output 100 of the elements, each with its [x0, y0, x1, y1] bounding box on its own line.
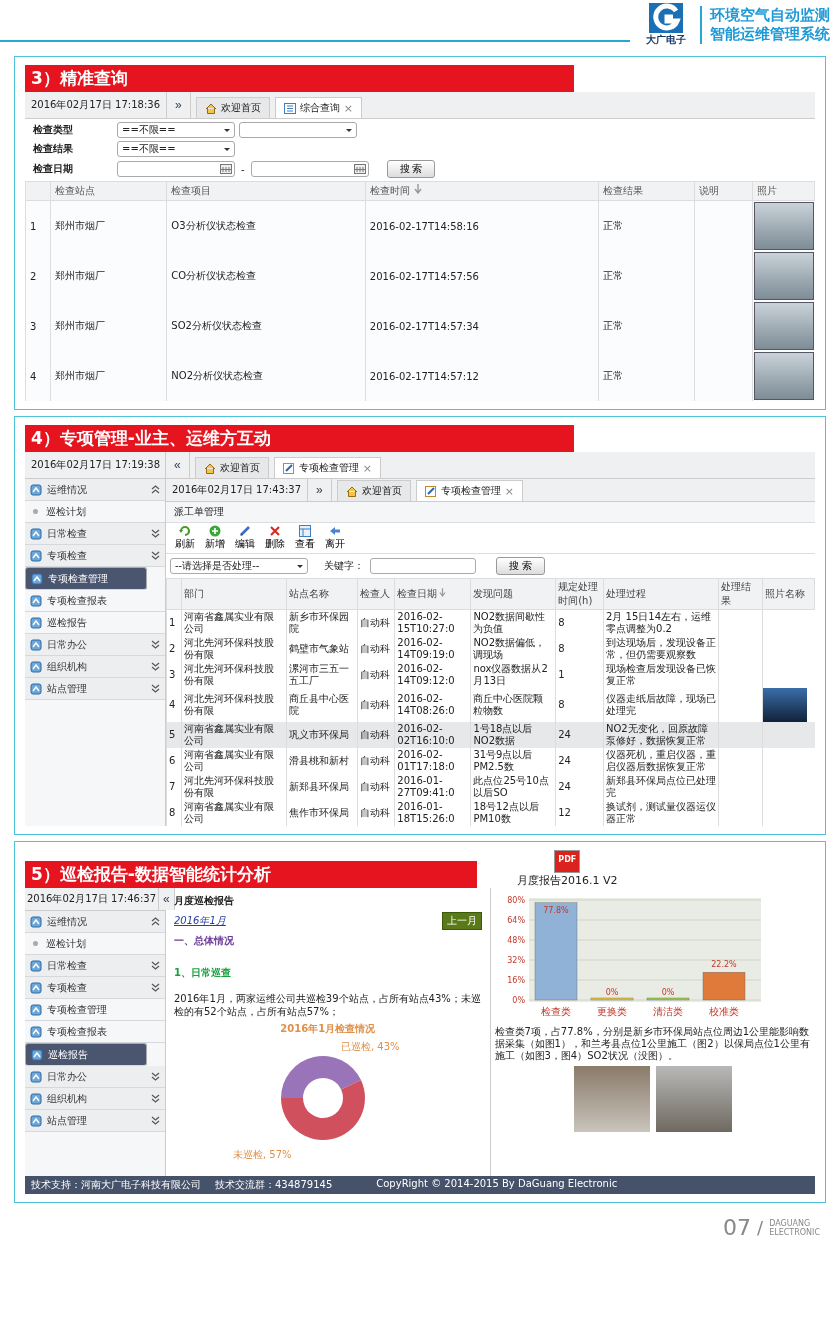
column-header[interactable]: 处理结果: [718, 578, 763, 610]
column-header[interactable]: 处理过程: [603, 578, 719, 610]
sidebar-item[interactable]: 组织机构: [25, 1088, 165, 1110]
sidebar-item[interactable]: 站点管理: [25, 678, 165, 700]
tab[interactable]: 欢迎首页: [336, 480, 411, 501]
tab[interactable]: 专项检查管理 ×: [415, 480, 523, 501]
delete-icon: [269, 525, 281, 537]
column-header[interactable]: 说明: [694, 181, 752, 201]
column-header[interactable]: 检查日期: [394, 578, 471, 610]
sidebar-item[interactable]: 站点管理: [25, 1110, 165, 1132]
y-tick-label: 80%: [506, 896, 525, 905]
app-icon: [30, 616, 42, 629]
column-header[interactable]: 部门: [181, 578, 287, 610]
bar: [646, 997, 689, 1001]
toolbar-button[interactable]: 新增: [202, 525, 228, 551]
table-cell: 12: [555, 800, 604, 826]
back-arrow-icon: [329, 525, 341, 537]
logo-icon: [649, 3, 683, 33]
expand-button[interactable]: »: [307, 479, 332, 501]
app-icon: [30, 1003, 42, 1016]
sidebar-item[interactable]: 巡检报告: [25, 1043, 147, 1066]
table-cell: 郑州市烟厂: [50, 351, 167, 401]
slash-divider: /: [757, 1217, 764, 1238]
search-button[interactable]: 搜 索: [496, 557, 545, 575]
datetime-label: 2016年02月17日 17:18:36: [30, 98, 161, 112]
table-cell: 河北先河环保科技股份有限: [181, 774, 287, 800]
tab[interactable]: 综合查询 ×: [274, 97, 362, 118]
column-header[interactable]: 检查时间: [365, 181, 599, 201]
tab[interactable]: 专项检查管理 ×: [273, 457, 381, 478]
column-header[interactable]: 发现问题: [470, 578, 556, 610]
column-header[interactable]: 检查站点: [50, 181, 167, 201]
row-number: 8: [166, 800, 182, 826]
column-header[interactable]: 站点名称: [286, 578, 358, 610]
sidebar-item[interactable]: 日常办公: [25, 634, 165, 656]
dropdown[interactable]: ==不限==: [117, 141, 235, 157]
column-header[interactable]: 规定处理时间(h): [555, 578, 604, 610]
toolbar-button[interactable]: 离开: [322, 525, 348, 551]
date-field[interactable]: [250, 161, 369, 177]
sidebar-item[interactable]: 运维情况: [25, 911, 165, 933]
month-link[interactable]: 2016年1月: [174, 914, 226, 928]
close-icon[interactable]: ×: [362, 461, 372, 475]
sidebar-item[interactable]: 日常办公: [25, 1066, 165, 1088]
dropdown[interactable]: --请选择是否处理--: [170, 558, 308, 574]
column-header[interactable]: 检查项目: [166, 181, 366, 201]
support-text: 技术支持：河南大广电子科技有限公司: [31, 1178, 201, 1192]
column-header[interactable]: 检查人: [357, 578, 395, 610]
table-cell: NO2数据间歇性为负值: [470, 609, 556, 636]
date-field[interactable]: [117, 161, 235, 177]
refresh-icon: [179, 525, 191, 537]
sort-arrow-icon: [413, 184, 422, 194]
toolbar-button[interactable]: 刷新: [172, 525, 198, 551]
y-tick-label: 48%: [506, 936, 525, 945]
dropdown[interactable]: ==不限==: [117, 122, 235, 138]
column-header[interactable]: 检查结果: [598, 181, 695, 201]
search-button[interactable]: 搜 索: [386, 160, 436, 178]
sidebar-item[interactable]: 组织机构: [25, 656, 165, 678]
toolbar-button[interactable]: 删除: [262, 525, 288, 551]
column-header[interactable]: 照片名称: [762, 578, 815, 610]
sidebar-item[interactable]: 专项检查: [25, 545, 165, 567]
dropdown[interactable]: [239, 122, 357, 138]
datetime-label: 2016年02月17日 17:43:37: [171, 483, 302, 497]
tab[interactable]: 欢迎首页: [194, 457, 269, 478]
collapse-button[interactable]: »: [166, 92, 191, 118]
table-cell: 2016-01-18T15:26:0: [394, 800, 471, 826]
close-icon[interactable]: ×: [504, 484, 514, 498]
table-cell: 8: [555, 609, 604, 636]
photo-placeholder: [753, 302, 814, 350]
table-cell: 郑州市烟厂: [50, 251, 167, 301]
table-cell: 焦作市环保局: [286, 800, 358, 826]
table-cell: 2016-02-17T14:57:12: [365, 351, 599, 401]
list-icon: [283, 102, 296, 114]
sidebar-item[interactable]: 运维情况: [25, 479, 165, 501]
home-icon: [203, 462, 216, 474]
row-number: 5: [166, 722, 182, 748]
bar-value-label: 77.8%: [542, 905, 569, 915]
table-icon: [299, 525, 311, 537]
section-heading: 3）精准查询: [25, 65, 575, 92]
close-icon[interactable]: ×: [343, 101, 353, 115]
sidebar-item[interactable]: 日常检查: [25, 523, 165, 545]
table-cell: 新乡市环保园院: [286, 609, 358, 636]
sidebar-item[interactable]: 日常检查: [25, 955, 165, 977]
keyword-input[interactable]: [370, 558, 476, 574]
pdf-file-icon: PDF: [554, 850, 581, 873]
brand-text: DAGUANG: [769, 1218, 812, 1228]
table-cell: 此点位25号10点以后SO: [470, 774, 556, 800]
sidebar-item[interactable]: 专项检查管理: [25, 567, 147, 590]
report-title: 月度报告2016.1 V2: [517, 873, 618, 888]
add-icon: [209, 525, 221, 537]
table-cell: 河北先河环保科技股份有限: [181, 636, 287, 662]
sidebar-item[interactable]: 专项检查报表: [25, 590, 165, 612]
column-header[interactable]: 照片: [752, 181, 815, 201]
sidebar-item[interactable]: 专项检查: [25, 977, 165, 999]
calendar-icon: [220, 164, 232, 174]
toolbar-button[interactable]: 编辑: [232, 525, 258, 551]
collapse-button[interactable]: «: [158, 888, 175, 910]
sidebar-item[interactable]: 专项检查管理: [25, 999, 165, 1021]
tab[interactable]: 欢迎首页: [195, 97, 270, 118]
collapse-button[interactable]: «: [165, 452, 190, 478]
previous-month-button[interactable]: 上一月: [441, 912, 482, 930]
toolbar-button[interactable]: 查看: [292, 525, 318, 551]
